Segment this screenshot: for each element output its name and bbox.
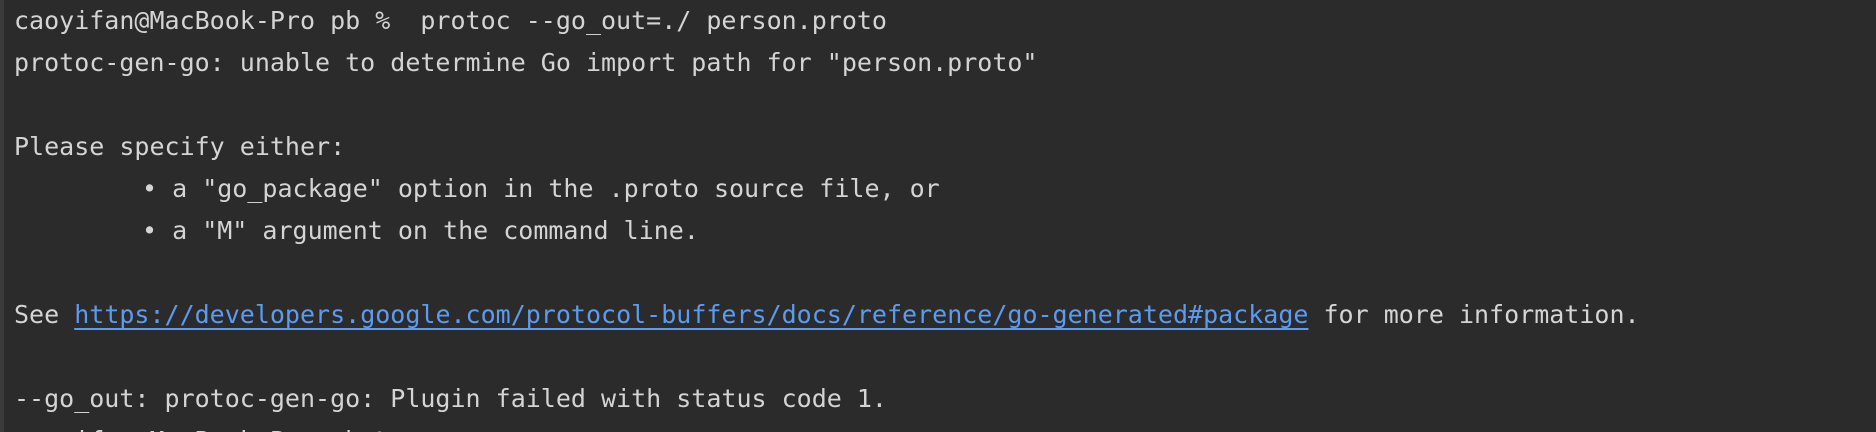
terminal-output: caoyifan@MacBook-Pro pb % protoc --go_ou… (14, 0, 1864, 432)
left-edge-divider (0, 0, 4, 432)
bullet-line-m-argument: • a "M" argument on the command line. (14, 210, 1864, 252)
bullet-text: • a "M" argument on the command line. (142, 216, 699, 245)
next-prompt-line-partial: caoyifan@MacBook-Pro pb % (14, 420, 1864, 432)
terminal-window[interactable]: caoyifan@MacBook-Pro pb % protoc --go_ou… (0, 0, 1876, 432)
see-link-line: See https://developers.google.com/protoc… (14, 294, 1864, 336)
bullet-text: • a "go_package" option in the .proto so… (142, 174, 940, 203)
bullet-line-go-package: • a "go_package" option in the .proto so… (14, 168, 1864, 210)
documentation-link[interactable]: https://developers.google.com/protocol-b… (74, 300, 1308, 329)
see-prefix: See (14, 300, 75, 329)
error-message-line: protoc-gen-go: unable to determine Go im… (14, 48, 1038, 77)
specify-line: Please specify either: (14, 132, 346, 161)
see-suffix: for more information. (1308, 300, 1640, 329)
command-prompt-line: caoyifan@MacBook-Pro pb % protoc --go_ou… (14, 6, 887, 35)
plugin-failure-line: --go_out: protoc-gen-go: Plugin failed w… (14, 384, 887, 413)
